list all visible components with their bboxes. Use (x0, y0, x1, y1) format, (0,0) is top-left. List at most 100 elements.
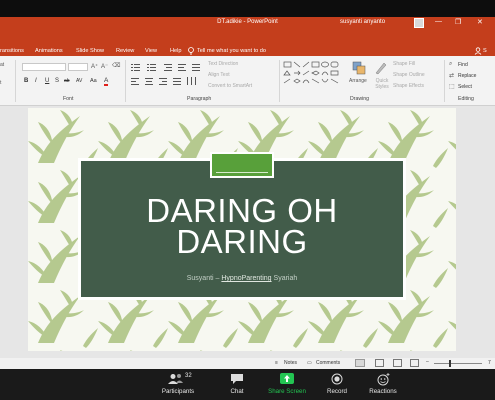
window-controls: — ❐ ✕ (431, 17, 491, 29)
select-icon[interactable]: ⬚ (449, 83, 455, 90)
tab-help[interactable]: Help (170, 48, 182, 54)
shape-fill-button[interactable]: Shape Fill (393, 61, 415, 67)
convert-smartart-button[interactable]: Convert to SmartArt (208, 83, 252, 89)
paragraph-group-label: Paragraph (187, 96, 212, 102)
notes-button[interactable]: Notes (284, 360, 297, 366)
accent-tab (210, 152, 274, 178)
normal-view-button[interactable] (355, 359, 365, 367)
record-label: Record (327, 388, 347, 395)
clear-format-icon[interactable]: ⌫ (112, 62, 120, 69)
arrange-icon[interactable] (352, 61, 366, 75)
font-size-box[interactable] (68, 63, 88, 71)
zoom-slider[interactable] (434, 363, 482, 364)
find-icon[interactable]: ⌕ (449, 61, 452, 68)
align-buttons-icon[interactable] (130, 76, 202, 86)
text-direction-button[interactable]: Text Direction (208, 61, 238, 67)
font-group-label: Font (63, 96, 74, 102)
quick-styles-icon[interactable] (374, 61, 388, 75)
bold-button[interactable]: B (24, 78, 28, 84)
ribbon: at t A⁺ A⁻ ⌫ B I U S ab AV Aa A Font Tex… (0, 56, 495, 106)
shape-outline-button[interactable]: Shape Outline (393, 72, 425, 78)
select-button[interactable]: Select (458, 84, 472, 90)
partial-label-3[interactable]: t (0, 80, 1, 86)
zoom-out-button[interactable]: – (426, 359, 429, 365)
separator (125, 60, 126, 102)
comments-icon[interactable]: ▭ (307, 360, 312, 366)
spacing-button[interactable]: AV (76, 78, 82, 84)
reactions-icon (377, 373, 390, 386)
font-color-button[interactable]: A (104, 77, 109, 86)
person-icon[interactable] (474, 47, 482, 55)
drawing-group-label: Drawing (350, 96, 370, 102)
shapes-gallery-icon[interactable] (283, 61, 345, 93)
strikethrough-button[interactable]: ab (64, 78, 70, 84)
ribbon-tabs: ransitions Animations Slide Show Review … (0, 29, 495, 56)
subtitle-prefix: Susyanti – (186, 275, 222, 282)
tell-me-search[interactable]: Tell me what you want to do (197, 48, 266, 54)
meeting-toolbar: 32 Participants Chat Share Screen Record (0, 369, 495, 400)
sign-in-label[interactable]: S (483, 48, 487, 54)
separator (444, 60, 445, 102)
tab-animations[interactable]: Animations (35, 48, 63, 54)
zoom-level[interactable]: 7 (488, 360, 491, 366)
arrange-label[interactable]: Arrange (349, 78, 367, 84)
tab-transitions[interactable]: ransitions (0, 48, 24, 54)
align-text-button[interactable]: Align Text (208, 72, 230, 78)
italic-button[interactable]: I (35, 78, 37, 84)
accent-line (216, 172, 268, 173)
slide-title-line-2[interactable]: DARING (28, 223, 456, 261)
change-case-button[interactable]: Aa (90, 78, 97, 84)
lightbulb-icon (188, 47, 194, 55)
reactions-button[interactable]: Reactions (365, 369, 401, 400)
tab-view[interactable]: View (145, 48, 157, 54)
comments-button[interactable]: Comments (316, 360, 340, 366)
shrink-font-icon[interactable]: A⁻ (101, 63, 108, 70)
reactions-label: Reactions (369, 388, 397, 395)
participants-button[interactable]: 32 Participants (157, 369, 199, 400)
title-bar: DT.adikie - PowerPoint susyanti anyanto … (0, 17, 495, 29)
font-name-box[interactable] (22, 63, 66, 71)
maximize-button[interactable]: ❐ (455, 18, 461, 26)
grow-font-icon[interactable]: A⁺ (91, 63, 98, 70)
close-button[interactable]: ✕ (477, 18, 483, 26)
share-screen-label: Share Screen (268, 388, 306, 395)
record-icon (331, 373, 343, 385)
reading-view-button[interactable] (393, 359, 402, 367)
minimize-button[interactable]: — (435, 18, 442, 25)
tab-slide-show[interactable]: Slide Show (76, 48, 104, 54)
replace-button[interactable]: Replace (458, 73, 476, 79)
subtitle-suffix: Syariah (271, 275, 298, 282)
underline-button[interactable]: U (45, 78, 49, 84)
slide-sorter-button[interactable] (375, 359, 384, 367)
editing-group-label: Editing (458, 96, 474, 102)
screen: DT.adikie - PowerPoint susyanti anyanto … (0, 0, 495, 400)
notes-icon[interactable]: ≡ (275, 360, 278, 366)
tab-review[interactable]: Review (116, 48, 134, 54)
chat-label: Chat (230, 388, 244, 395)
subtitle-link[interactable]: HypnoParenting (221, 275, 271, 282)
record-button[interactable]: Record (322, 369, 352, 400)
top-black-bar (0, 0, 495, 17)
slide[interactable]: DARING OH DARING Susyanti – HypnoParenti… (28, 108, 456, 351)
chat-button[interactable]: Chat (224, 369, 250, 400)
user-avatar[interactable] (414, 18, 424, 28)
partial-label-1[interactable]: at (0, 62, 4, 68)
share-screen-button[interactable]: Share Screen (265, 369, 309, 400)
find-button[interactable]: Find (458, 62, 468, 68)
replace-icon[interactable]: ⇄ (449, 72, 454, 79)
list-buttons-icon[interactable] (130, 62, 202, 72)
share-screen-icon (280, 373, 294, 384)
quick-styles-label[interactable]: Quick Styles (372, 78, 392, 90)
user-name[interactable]: susyanti anyanto (340, 19, 385, 25)
separator (279, 60, 280, 102)
status-bar: ≡ Notes ▭ Comments – 7 (0, 358, 495, 369)
participants-label: Participants (161, 388, 195, 395)
slide-subtitle[interactable]: Susyanti – HypnoParenting Syariah (28, 275, 456, 282)
zoom-slider-thumb[interactable] (449, 360, 451, 367)
participants-icon (168, 374, 183, 384)
participants-count: 32 (185, 373, 192, 379)
shadow-button[interactable]: S (55, 78, 59, 84)
slideshow-view-button[interactable] (410, 359, 419, 367)
separator (15, 60, 16, 102)
shape-effects-button[interactable]: Shape Effects (393, 83, 424, 89)
